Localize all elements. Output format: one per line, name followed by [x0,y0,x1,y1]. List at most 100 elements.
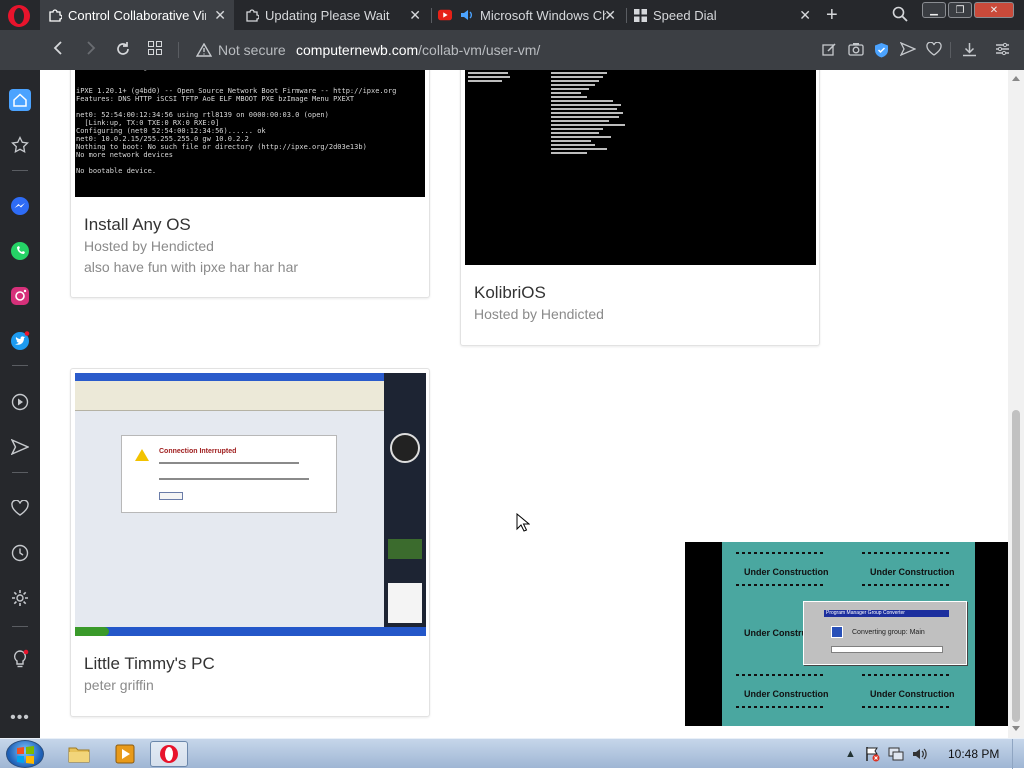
under-construction-label: Under Construction [870,689,955,699]
file-explorer-icon[interactable] [60,741,98,767]
close-window-icon[interactable]: ✕ [974,2,1014,18]
snapshot-camera-icon[interactable] [848,42,864,59]
vm-title[interactable]: Little Timmy's PC [84,654,215,674]
tab-speed-dial[interactable]: Speed Dial ✕ [627,0,819,30]
vm-card-little-timmys-pc[interactable]: Connection Interrupted Little Timmy's PC… [70,368,430,717]
floating-video-popout[interactable]: Under Construction Under Construction Un… [685,542,1012,726]
history-clock-icon[interactable] [9,542,31,564]
scroll-down-arrow-icon[interactable] [1012,726,1020,731]
kolibri-boot-log [468,72,625,154]
player-icon[interactable] [9,391,31,413]
send-flow-icon[interactable] [9,436,31,458]
reload-icon[interactable] [115,41,131,62]
speaker-icon[interactable] [460,8,474,22]
more-dots-icon[interactable]: ••• [9,707,31,729]
tab-overview-icon[interactable] [148,41,162,60]
close-tab-icon[interactable]: ✕ [604,7,616,24]
vm-title[interactable]: Install Any OS [84,215,191,235]
instagram-icon[interactable] [9,285,31,307]
dash-line [862,706,952,708]
tab-microsoft-windows[interactable]: Microsoft Windows Ch ✕ [432,0,624,30]
messenger-icon[interactable] [9,195,31,217]
forward-icon[interactable] [85,41,97,60]
tab-label: Microsoft Windows Ch [480,7,606,23]
system-tray: ▲ [845,746,928,762]
network-icon[interactable] [888,746,904,762]
dash-line [862,552,952,554]
adblock-shield-icon[interactable] [874,42,889,61]
tab-control-collaborative[interactable]: Control Collaborative Virtu ✕ [40,0,234,30]
show-hidden-icons-arrow[interactable]: ▲ [845,748,856,760]
tab-bar: Control Collaborative Virtu ✕ Updating P… [0,0,1024,30]
xp-taskbar [75,627,426,636]
sidebar-divider [12,170,28,171]
edit-icon[interactable] [822,42,837,60]
whatsapp-icon[interactable] [9,240,31,262]
back-icon[interactable] [52,41,64,60]
under-construction-screen: Under Construction Under Construction Un… [722,542,975,726]
volume-icon[interactable] [912,746,928,762]
maximize-icon[interactable]: ❐ [948,2,972,18]
opera-sidebar: ••• [0,70,40,738]
heart-icon[interactable] [9,497,31,519]
url-host: computernewb.com [296,42,419,58]
bookmarks-star-icon[interactable] [9,134,31,156]
search-tabs-icon[interactable] [892,6,908,27]
vm-screen-thumbnail[interactable] [465,70,816,265]
show-desktop-button[interactable] [1012,739,1024,769]
minimize-icon[interactable]: ▁ [922,2,946,18]
vm-card-install-any-os[interactable]: iPXE initialising devices...ok iPXE 1.20… [70,70,430,298]
vm-host: peter griffin [84,677,154,693]
lightbulb-tips-icon[interactable] [9,648,31,670]
terminal-line: No bootable device. [76,167,157,175]
address-divider [950,42,951,58]
address-bar: Not secure computernewb.com/collab-vm/us… [0,30,1024,70]
heart-icon[interactable] [926,41,942,59]
close-tab-icon[interactable]: ✕ [799,7,811,24]
media-player-icon[interactable] [106,741,144,767]
tab-updating[interactable]: Updating Please Wait ✕ [237,0,429,30]
window-controls: ▁ ❐ ✕ [922,2,1014,18]
opera-taskbar-icon[interactable] [150,741,188,767]
vm-screen-thumbnail[interactable]: iPXE initialising devices...ok iPXE 1.20… [75,70,425,197]
clock-gadget [390,433,420,463]
terminal-line: Nothing to boot: No such file or directo… [76,143,367,151]
dialog-title: Connection Interrupted [159,448,237,455]
not-secure-label: Not secure [218,42,286,58]
address-divider [178,42,179,58]
opera-menu-icon[interactable] [8,5,30,27]
sidebar-divider [12,365,28,366]
download-icon[interactable] [962,42,977,60]
terminal-line: No more network devices [76,151,173,159]
windows-start-icon[interactable] [6,740,44,768]
scrollbar-thumb[interactable] [1012,410,1020,722]
close-tab-icon[interactable]: ✕ [214,7,226,24]
under-construction-label: Under Construction [744,567,829,577]
sidebar-divider [12,626,28,627]
terminal-output: iPXE initialising devices...ok iPXE 1.20… [75,70,425,177]
page-scrollbar[interactable] [1008,70,1024,738]
tab-label: Control Collaborative Virtu [68,7,206,23]
easy-setup-icon[interactable] [995,42,1010,59]
scroll-up-arrow-icon[interactable] [1012,76,1020,81]
send-icon[interactable] [899,41,917,59]
taskbar-clock[interactable]: 10:48 PM [948,747,999,761]
try-again-button [159,492,183,500]
feed-gadget [388,583,422,623]
vm-screen-thumbnail[interactable]: Connection Interrupted [75,373,426,636]
settings-gear-icon[interactable] [9,587,31,609]
action-center-flag-icon[interactable] [864,746,880,762]
security-indicator[interactable]: Not secure [196,42,286,58]
new-tab-plus-icon[interactable]: + [826,4,838,27]
terminal-line: Configuring (net0 52:54:00:12:34:56)....… [76,127,266,135]
vm-card-kolibrios[interactable]: KolibriOS Hosted by Hendicted [460,70,820,346]
vm-title[interactable]: KolibriOS [474,283,546,303]
home-icon[interactable] [9,89,31,111]
close-tab-icon[interactable]: ✕ [409,7,421,24]
twitter-icon[interactable] [9,330,31,352]
terminal-line: iPXE 1.20.1+ (g4bd0) -- Open Source Netw… [76,87,397,95]
url-field[interactable]: computernewb.com/collab-vm/user-vm/ [296,42,540,58]
terminal-line: Features: DNS HTTP iSCSI TFTP AoE ELF MB… [76,95,355,103]
